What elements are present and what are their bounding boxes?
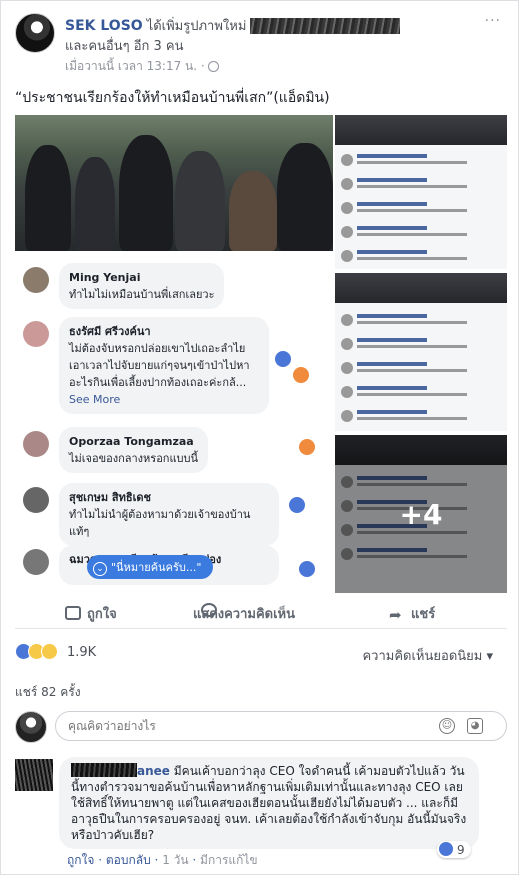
sticker-icon[interactable]: ◕ [467, 718, 483, 734]
post-timestamp[interactable]: เมื่อวานนี้ เวลา 13:17 น. · [65, 59, 205, 73]
side-photo-3[interactable]: +4 [335, 435, 507, 593]
author-line: SEK LOSO ได้เพิ่มรูปภาพใหม่ [65, 15, 401, 36]
top-comment: anee มีคนเค้าบอกว่าลุง CEO ใจดำคนนี้ เค้… [15, 757, 507, 869]
stats-row: 1.9K ความคิดเห็นยอดนิยม ▾ [15, 641, 507, 665]
side-photo-1[interactable] [335, 115, 507, 269]
chevron-down-icon: ⌄ [93, 562, 107, 576]
reaction-icons[interactable] [15, 643, 75, 661]
more-photos-count[interactable]: +4 [335, 435, 507, 593]
avatar [23, 549, 49, 575]
screenshot-comments: Ming Yenjai ทำไมไม่เหมือนบ้านพี่เสกเลยวะ … [15, 251, 333, 593]
share-arrow-icon: ➦ [389, 606, 402, 624]
post-action-text: ได้เพิ่มรูปภาพใหม่ [146, 19, 247, 34]
avatar [15, 711, 47, 743]
post-header: SEK LOSO ได้เพิ่มรูปภาพใหม่ และคนอื่นๆ อี… [15, 13, 505, 73]
action-bar: ถูกใจ แสดงความคิดเห็น ➦ แชร์ [15, 595, 507, 629]
thumbs-up-icon [65, 606, 81, 620]
post-caption: “ประชาชนเรียกร้องให้ทำเหมือนบ้านพี่เสก”(… [15, 90, 330, 106]
crowd-photo [15, 115, 333, 251]
main-photo[interactable]: Ming Yenjai ทำไมไม่เหมือนบ้านพี่เสกเลยวะ … [15, 115, 333, 593]
share-count[interactable]: แชร์ 82 ครั้ง [15, 683, 81, 702]
globe-icon [207, 61, 219, 72]
top-comments-dropdown[interactable]: ความคิดเห็นยอดนิยม ▾ [362, 645, 493, 666]
like-button[interactable]: ถูกใจ [65, 603, 117, 624]
like-reaction-icon [275, 351, 291, 367]
comment-icon [201, 603, 217, 617]
comment-like-count[interactable]: 9 [437, 841, 471, 858]
like-reaction-icon [299, 561, 315, 577]
share-button[interactable]: ➦ แชร์ [389, 603, 435, 624]
avatar [23, 321, 49, 347]
comment-time[interactable]: 1 วัน [162, 853, 188, 867]
emoji-icon[interactable]: ☺ [439, 718, 455, 734]
comment-footer: ถูกใจ · ตอบกลับ · 1 วัน · มีการแก้ไข [67, 853, 258, 867]
like-reaction-icon [439, 842, 453, 856]
angry-reaction-icon [293, 367, 309, 383]
comment-like-link[interactable]: ถูกใจ [67, 853, 94, 867]
redaction-scribble [71, 763, 137, 777]
comment-bubble: anee มีคนเค้าบอกว่าลุง CEO ใจดำคนนี้ เค้… [59, 757, 479, 849]
avatar [23, 431, 49, 457]
post-meta: เมื่อวานนี้ เวลา 13:17 น. · [65, 57, 219, 76]
comment-reply-link[interactable]: ตอบกลับ [106, 853, 151, 867]
redaction-scribble [250, 18, 401, 34]
avatar [23, 267, 49, 293]
post-card: SEK LOSO ได้เพิ่มรูปภาพใหม่ และคนอื่นๆ อี… [0, 0, 519, 875]
author-name[interactable]: SEK LOSO [65, 18, 143, 34]
more-options-icon[interactable]: ··· [485, 13, 501, 29]
tagged-others[interactable]: และคนอื่นๆ อีก 3 คน [65, 35, 184, 56]
photo-grid: Ming Yenjai ทำไมไม่เหมือนบ้านพี่เสกเลยวะ … [15, 115, 507, 593]
avatar [15, 759, 53, 791]
wow-reaction-icon [41, 643, 58, 660]
comment-button[interactable]: แสดงความคิดเห็น [193, 603, 295, 624]
side-photo-2[interactable] [335, 273, 507, 431]
like-reaction-icon [289, 497, 305, 513]
angry-reaction-icon [299, 439, 315, 455]
author-avatar[interactable] [15, 13, 55, 53]
reaction-count[interactable]: 1.9K [67, 645, 96, 660]
commenter-name[interactable]: anee [137, 764, 170, 778]
comment-edited[interactable]: มีการแก้ไข [200, 853, 258, 867]
avatar [23, 487, 49, 513]
comment-composer: ☺ ◕ [15, 709, 507, 745]
caption-pill: ⌄ "นี่หมายค้นครับ..." [87, 555, 214, 579]
